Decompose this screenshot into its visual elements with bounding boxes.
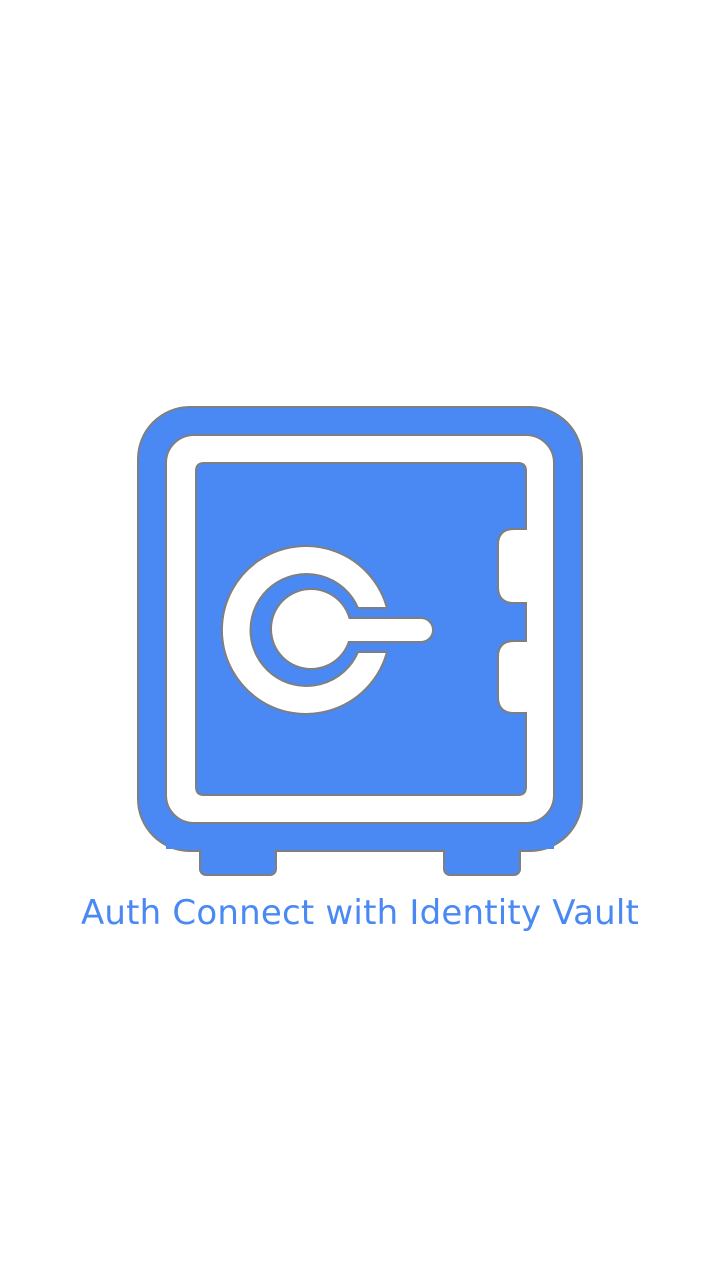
vault-safe-icon — [137, 406, 583, 876]
app-title: Auth Connect with Identity Vault — [80, 893, 640, 933]
splash-screen: Auth Connect with Identity Vault — [0, 0, 720, 1280]
